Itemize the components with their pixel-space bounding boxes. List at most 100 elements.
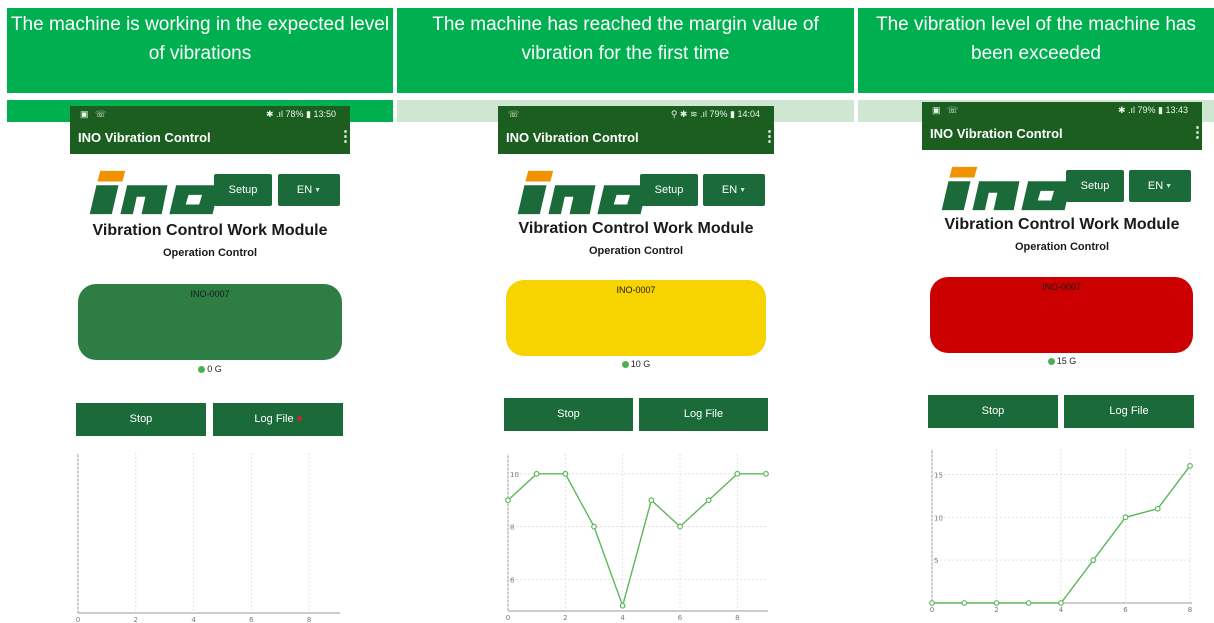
setup-button[interactable]: Setup: [214, 174, 272, 206]
status-left-icons: ▣ ☏: [932, 105, 961, 115]
data-point: [929, 600, 935, 606]
stop-button[interactable]: Stop: [504, 398, 633, 431]
log-file-button[interactable]: Log File: [1064, 395, 1194, 428]
data-point: [648, 497, 655, 504]
status-bar: ▣ ☏ ✱ .ıl 79% ▮ 13:43: [922, 102, 1202, 118]
page-title: Vibration Control Work Module: [944, 216, 1180, 233]
status-dot-icon: [1047, 358, 1055, 365]
y-tick-label: 10: [510, 471, 519, 479]
y-tick-label: 10: [934, 514, 943, 522]
vibration-chart: 0 2 4 6 8 6 8 10: [505, 454, 769, 622]
data-point: [1187, 462, 1193, 469]
x-tick-label: 2: [994, 606, 998, 614]
x-tick-label: 4: [191, 616, 196, 623]
vibration-reading: 15 G: [922, 356, 1202, 366]
page-title: Vibration Control Work Module: [92, 222, 328, 239]
x-tick-label: 0: [76, 616, 80, 623]
stop-button[interactable]: Stop: [76, 403, 206, 436]
app-title: INO Vibration Control: [506, 130, 639, 145]
stop-button[interactable]: Stop: [928, 395, 1058, 428]
vibration-chart: 0 2 4 6 8 5 10 15: [929, 449, 1193, 614]
app-bar: INO Vibration Control ⋮: [498, 122, 774, 154]
machine-id: INO-0007: [1041, 282, 1082, 292]
page-subtitle: Operation Control: [162, 247, 258, 259]
x-tick-label: 0: [930, 606, 934, 614]
language-select[interactable]: EN ▼: [278, 174, 340, 206]
x-tick-label: 8: [1188, 606, 1192, 614]
kebab-menu-icon[interactable]: ⋮: [1190, 118, 1202, 148]
machine-id: INO-0007: [616, 285, 656, 295]
status-left-icons: ☏: [508, 109, 522, 119]
language-label: EN: [721, 184, 738, 196]
data-point: [1058, 600, 1064, 606]
language-select[interactable]: EN ▼: [703, 174, 765, 206]
vibration-reading: 0 G: [70, 364, 350, 374]
header-normal: The machine is working in the expected l…: [7, 8, 393, 93]
machine-status-card[interactable]: INO-0007: [78, 284, 342, 360]
data-point: [1025, 600, 1032, 606]
vibration-chart: 0 2 4 6 8: [76, 453, 340, 623]
data-point: [1090, 557, 1097, 564]
chevron-down-icon: ▼: [314, 187, 322, 194]
language-select[interactable]: EN ▼: [1129, 170, 1191, 202]
log-file-button[interactable]: Log File: [639, 398, 768, 431]
page-subtitle: Operation Control: [1014, 241, 1110, 253]
log-file-button[interactable]: Log File: [213, 403, 343, 436]
x-tick-label: 2: [563, 614, 567, 622]
x-tick-label: 8: [735, 614, 739, 622]
machine-id: INO-0007: [190, 289, 230, 299]
y-tick-label: 8: [510, 524, 514, 532]
kebab-menu-icon[interactable]: ⋮: [762, 122, 774, 152]
x-tick-label: 6: [1123, 606, 1128, 614]
series-line: [507, 473, 766, 609]
page-title: Vibration Control Work Module: [518, 220, 754, 237]
data-point: [1154, 505, 1161, 512]
status-dot-icon: [621, 361, 629, 368]
data-point: [993, 600, 1000, 606]
status-dot-icon: [198, 366, 206, 373]
chevron-down-icon: ▼: [739, 187, 747, 194]
kebab-menu-icon[interactable]: ⋮: [338, 122, 350, 152]
y-tick-label: 15: [934, 471, 943, 479]
status-bar: ▣ ☏ ✱ .ıl 78% ▮ 13:50: [70, 106, 350, 122]
y-tick-label: 6: [510, 576, 515, 584]
status-right-info: ✱ .ıl 79% ▮ 13:43: [1117, 105, 1188, 115]
data-point: [705, 497, 712, 504]
phone-normal: ▣ ☏ ✱ .ıl 78% ▮ 13:50 INO Vibration Cont…: [70, 106, 350, 623]
x-tick-label: 0: [506, 614, 510, 622]
app-title: INO Vibration Control: [930, 126, 1063, 141]
ino-logo: [517, 170, 648, 215]
phone-margin: ☏ ⚲ ✱ ≋ .ıl 79% ▮ 14:04 INO Vibration Co…: [498, 106, 774, 623]
data-point: [533, 470, 540, 477]
app-bar: INO Vibration Control ⋮: [70, 122, 350, 154]
app-bar: INO Vibration Control ⋮: [922, 118, 1202, 150]
app-title: INO Vibration Control: [78, 130, 211, 145]
setup-button[interactable]: Setup: [640, 174, 698, 206]
setup-button[interactable]: Setup: [1066, 170, 1124, 202]
notification-dot-icon: [296, 416, 302, 421]
data-point: [619, 602, 626, 609]
header-margin: The machine has reached the margin value…: [397, 8, 854, 93]
status-right-info: ✱ .ıl 78% ▮ 13:50: [265, 109, 336, 119]
x-tick-label: 4: [620, 614, 625, 622]
language-label: EN: [296, 184, 313, 196]
data-point: [591, 523, 597, 530]
machine-status-card[interactable]: INO-0007: [930, 277, 1193, 353]
ino-logo: [89, 170, 220, 215]
data-point: [562, 470, 569, 477]
page-subtitle: Operation Control: [588, 245, 684, 257]
data-point: [1122, 514, 1129, 521]
header-exceeded: The vibration level of the machine has b…: [858, 8, 1214, 93]
x-tick-label: 6: [249, 616, 254, 623]
data-point: [734, 470, 741, 477]
status-left-icons: ▣ ☏: [80, 109, 109, 119]
data-point: [677, 523, 683, 530]
x-tick-label: 4: [1059, 606, 1064, 614]
x-tick-label: 2: [134, 616, 138, 623]
status-right-info: ⚲ ✱ ≋ .ıl 79% ▮ 14:04: [670, 109, 760, 119]
data-point: [505, 497, 511, 504]
chevron-down-icon: ▼: [1165, 183, 1173, 190]
ino-logo: [941, 166, 1072, 211]
data-point: [763, 470, 769, 477]
machine-status-card[interactable]: INO-0007: [506, 280, 766, 356]
